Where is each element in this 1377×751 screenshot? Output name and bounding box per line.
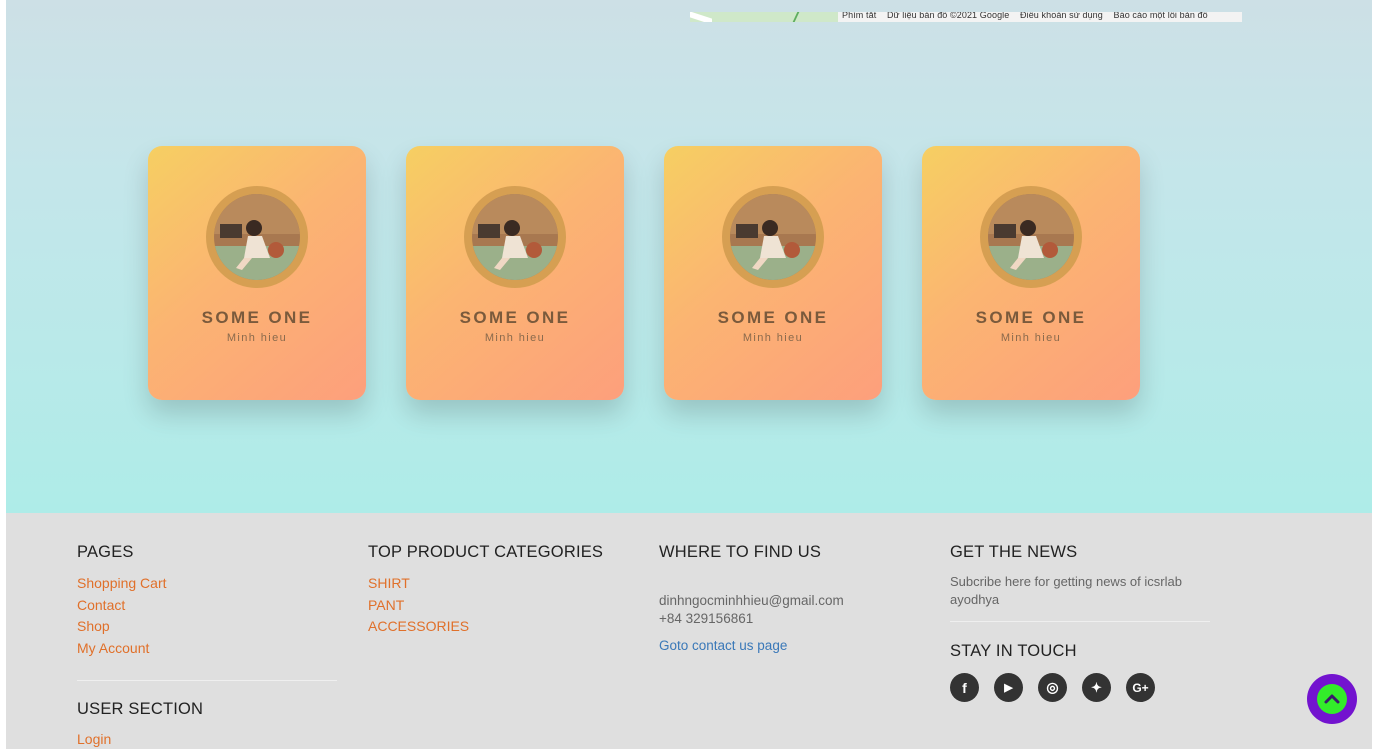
google-plus-icon[interactable]: G+ [1126,673,1155,702]
embedded-map[interactable]: Phím tắt Dữ liệu bản đồ ©2021 Google Điề… [690,12,1242,22]
scroll-to-top-button[interactable] [1307,674,1357,724]
footer-divider [950,621,1210,622]
map-data-text: Dữ liệu bản đồ ©2021 Google [886,12,1010,20]
twitter-icon[interactable]: ✦ [1082,673,1111,702]
member-subtitle: Minh hieu [742,332,804,344]
footer-divider [77,680,337,681]
contact-phone: +84 329156861 [659,611,754,626]
team-card: SOME ONE Minh hieu [664,146,882,400]
avatar [730,194,816,280]
news-heading: GET THE NEWS [950,543,1078,561]
pages-heading: PAGES [77,543,134,561]
team-card: SOME ONE Minh hieu [148,146,366,400]
footer-pages-column: PAGES Shopping Cart Contact Shop My Acco… [77,543,337,751]
pant-category-link[interactable]: PANT [368,595,638,617]
member-name: SOME ONE [459,308,571,327]
avatar-frame [206,186,308,288]
avatar-frame [722,186,824,288]
map-report-link[interactable]: Báo cáo một lỗi bản đồ [1114,12,1208,20]
shop-link[interactable]: Shop [77,616,337,638]
member-subtitle: Minh hieu [1000,332,1062,344]
contact-page-link[interactable]: Goto contact us page [659,638,929,653]
avatar [214,194,300,280]
shirt-category-link[interactable]: SHIRT [368,573,638,595]
contact-link[interactable]: Contact [77,595,337,617]
stay-in-touch-heading: STAY IN TOUCH [950,642,1077,660]
team-card: SOME ONE Minh hieu [406,146,624,400]
user-section-heading: USER SECTION [77,700,204,718]
member-subtitle: Minh hieu [484,332,546,344]
footer-categories-column: TOP PRODUCT CATEGORIES SHIRT PANT ACCESS… [368,543,638,638]
avatar [988,194,1074,280]
social-links: f ▶ ◎ ✦ G+ [950,673,1210,702]
map-shortcuts-link[interactable]: Phím tắt [842,12,876,20]
contact-email: dinhngocminhhieu@gmail.com [659,593,844,608]
find-us-heading: WHERE TO FIND US [659,543,822,561]
member-name: SOME ONE [717,308,829,327]
login-link[interactable]: Login [77,729,337,751]
avatar [472,194,558,280]
my-account-link[interactable]: My Account [77,638,337,660]
member-name: SOME ONE [201,308,313,327]
accessories-category-link[interactable]: ACCESSORIES [368,616,638,638]
youtube-icon[interactable]: ▶ [994,673,1023,702]
team-card: SOME ONE Minh hieu [922,146,1140,400]
map-thumbnail[interactable] [690,12,838,22]
avatar-frame [464,186,566,288]
member-subtitle: Minh hieu [226,332,288,344]
site-footer: PAGES Shopping Cart Contact Shop My Acco… [6,513,1372,749]
footer-contact-column: WHERE TO FIND US dinhngocminhhieu@gmail.… [659,543,929,653]
chevron-up-icon [1317,684,1347,714]
map-terms-link[interactable]: Điều khoản sử dụng [1020,12,1103,20]
news-description: Subcribe here for getting news of icsrla… [950,574,1182,607]
categories-heading: TOP PRODUCT CATEGORIES [368,543,604,561]
footer-news-column: GET THE NEWS Subcribe here for getting n… [950,543,1210,702]
shopping-cart-link[interactable]: Shopping Cart [77,573,337,595]
facebook-icon[interactable]: f [950,673,979,702]
avatar-frame [980,186,1082,288]
map-attribution: Phím tắt Dữ liệu bản đồ ©2021 Google Điề… [842,12,1216,20]
instagram-icon[interactable]: ◎ [1038,673,1067,702]
member-name: SOME ONE [975,308,1087,327]
